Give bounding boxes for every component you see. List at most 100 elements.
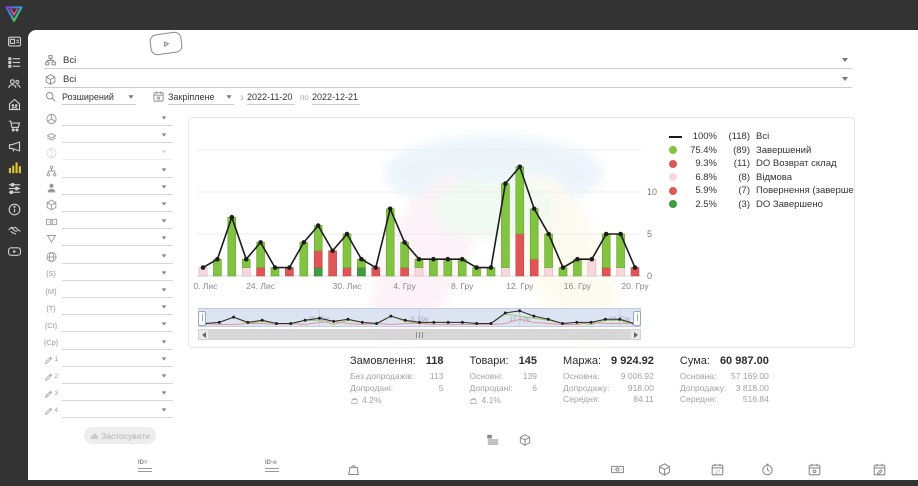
cart-icon bbox=[7, 118, 22, 133]
chart-navigator[interactable]: 28. Лис5. Гру12. Гру19. Гру bbox=[198, 308, 641, 327]
sidebar-item-clients[interactable] bbox=[7, 76, 22, 91]
view-toggles bbox=[486, 433, 532, 447]
chevron-down-icon bbox=[162, 288, 167, 291]
pencil-icon: 4 bbox=[44, 404, 58, 418]
sidebar-item-video[interactable] bbox=[7, 244, 22, 259]
svg-text:4. Гру: 4. Гру bbox=[393, 281, 416, 291]
search-period-row: Розширений Закріплене з 2022-11-20 по 20… bbox=[44, 88, 404, 106]
filter-select-5[interactable] bbox=[44, 179, 173, 195]
legend-item[interactable]: 75.4%(89)Завершений bbox=[669, 144, 855, 158]
col-id-icon[interactable]: ID= bbox=[138, 461, 152, 472]
sidebar-item-dashboard[interactable] bbox=[7, 34, 22, 49]
dot-swatch bbox=[669, 146, 685, 154]
sidebar-item-statistics[interactable] bbox=[7, 160, 22, 175]
chevron-down-icon bbox=[162, 271, 167, 274]
legend-item[interactable]: 100%(118)Всі bbox=[669, 130, 855, 144]
filter-select-17[interactable]: 3 bbox=[44, 385, 173, 401]
filter-select-3[interactable] bbox=[44, 144, 173, 160]
legend-item[interactable]: 6.8%(8)Відмова bbox=[669, 171, 855, 185]
search-mode-select[interactable]: Розширений bbox=[62, 89, 136, 105]
stat-value: 118 bbox=[426, 355, 444, 367]
chevron-down-icon bbox=[162, 168, 167, 171]
stat-subrow: Без допродажів:113 bbox=[350, 371, 443, 383]
legend-item[interactable]: 5.9%(7)Повернення (завершений) bbox=[669, 184, 855, 198]
stat-subrow: Допродажу:3 818.00 bbox=[680, 383, 769, 395]
chevron-down-icon bbox=[162, 340, 167, 343]
dot-swatch bbox=[669, 187, 685, 195]
filter-select-1[interactable] bbox=[44, 110, 173, 126]
chevron-down-icon bbox=[842, 77, 848, 81]
status-tree-select[interactable]: Всі bbox=[44, 52, 852, 69]
megaphone-icon bbox=[7, 139, 22, 154]
bag-icon bbox=[469, 396, 478, 405]
info-icon bbox=[7, 202, 22, 217]
navigator-handle-left[interactable] bbox=[198, 311, 206, 326]
scrollbar-grip[interactable] bbox=[208, 330, 631, 339]
product-select[interactable]: Всі bbox=[44, 71, 852, 88]
col-time-icon[interactable] bbox=[760, 462, 775, 477]
stats-column-2: Товари:145Основні:139Допродані:64.1% bbox=[469, 355, 537, 406]
sidebar bbox=[0, 0, 28, 480]
filter-select-4[interactable] bbox=[44, 162, 173, 178]
chevron-down-icon bbox=[162, 185, 167, 188]
stat-value: 9 924.92 bbox=[611, 355, 654, 367]
period-select[interactable]: Закріплене bbox=[168, 89, 234, 105]
filter-select-8[interactable] bbox=[44, 230, 173, 246]
legend-item[interactable]: 2.5%(3)DO Завершено bbox=[669, 198, 855, 212]
filter-select-10[interactable]: {S} bbox=[44, 265, 173, 281]
sidebar-item-marketing[interactable] bbox=[7, 139, 22, 154]
filter-select-16[interactable]: 2 bbox=[44, 368, 173, 384]
view-products-button[interactable] bbox=[518, 433, 532, 447]
col-id-o-icon[interactable]: ID-o bbox=[265, 461, 279, 472]
filter-select-2[interactable] bbox=[44, 127, 173, 143]
filter-select-11[interactable]: {M} bbox=[44, 282, 173, 298]
view-list-button[interactable] bbox=[486, 433, 500, 447]
period-value: Закріплене bbox=[168, 92, 215, 102]
sidebar-item-tasks[interactable] bbox=[7, 55, 22, 70]
legend-item[interactable]: 9.3%(11)DO Возврат склад bbox=[669, 157, 855, 171]
date-from-input[interactable]: 2022-11-20 bbox=[247, 89, 295, 105]
filter-select-18[interactable]: 4 bbox=[44, 402, 173, 418]
filter-select-12[interactable]: {T} bbox=[44, 299, 173, 315]
filter-select-6[interactable] bbox=[44, 196, 173, 212]
chevron-down-icon bbox=[162, 374, 167, 377]
col-bag-icon[interactable] bbox=[346, 462, 361, 477]
svg-text:0: 0 bbox=[647, 271, 652, 281]
select-value: Всі bbox=[63, 55, 76, 66]
scroll-right-icon[interactable] bbox=[631, 330, 640, 339]
sidebar-item-orders[interactable] bbox=[7, 118, 22, 133]
glyph-icon: {S} bbox=[44, 267, 58, 281]
chevron-down-icon bbox=[162, 323, 167, 326]
video-icon bbox=[7, 244, 22, 259]
col-product-icon[interactable] bbox=[657, 462, 672, 477]
filter-select-15[interactable]: 1 bbox=[44, 351, 173, 367]
col-date-icon[interactable] bbox=[710, 462, 725, 477]
col-money-icon[interactable] bbox=[610, 462, 625, 477]
chevron-down-icon bbox=[162, 357, 167, 360]
filter-select-14[interactable]: {Cp} bbox=[44, 334, 173, 350]
sidebar-item-company[interactable] bbox=[7, 97, 22, 112]
stats-summary: Замовлення:118Без допродажів:113Допродан… bbox=[350, 355, 769, 406]
chart-scrollbar[interactable] bbox=[198, 329, 641, 340]
scroll-left-icon[interactable] bbox=[199, 330, 208, 339]
col-date-edit-icon[interactable] bbox=[872, 462, 887, 477]
sidebar-item-partners[interactable] bbox=[7, 223, 22, 238]
sidebar-item-info[interactable] bbox=[7, 202, 22, 217]
dot-swatch bbox=[669, 160, 685, 168]
stat-subrow: Допродані:5 bbox=[350, 383, 443, 395]
orders-chart[interactable]: 051020. Лис24. Лис30. Лис4. Гру8. Гру12.… bbox=[193, 124, 663, 302]
navigator-handle-right[interactable] bbox=[633, 311, 641, 326]
col-date-pin-icon[interactable] bbox=[807, 462, 822, 477]
apply-button[interactable]: Застосувати bbox=[84, 427, 156, 444]
chart-icon bbox=[90, 432, 98, 440]
app-logo[interactable] bbox=[4, 4, 24, 24]
sidebar-item-settings[interactable] bbox=[7, 181, 22, 196]
stats-column-1: Замовлення:118Без допродажів:113Допродан… bbox=[350, 355, 443, 406]
filter-select-9[interactable] bbox=[44, 248, 173, 264]
filter-select-7[interactable] bbox=[44, 213, 173, 229]
chevron-down-icon bbox=[162, 237, 167, 240]
dot-swatch bbox=[669, 173, 685, 181]
chart-legend: 100%(118)Всі75.4%(89)Завершений9.3%(11)D… bbox=[669, 130, 855, 211]
filter-select-13[interactable]: {Ct} bbox=[44, 316, 173, 332]
date-to-input[interactable]: 2022-12-21 bbox=[312, 89, 360, 105]
